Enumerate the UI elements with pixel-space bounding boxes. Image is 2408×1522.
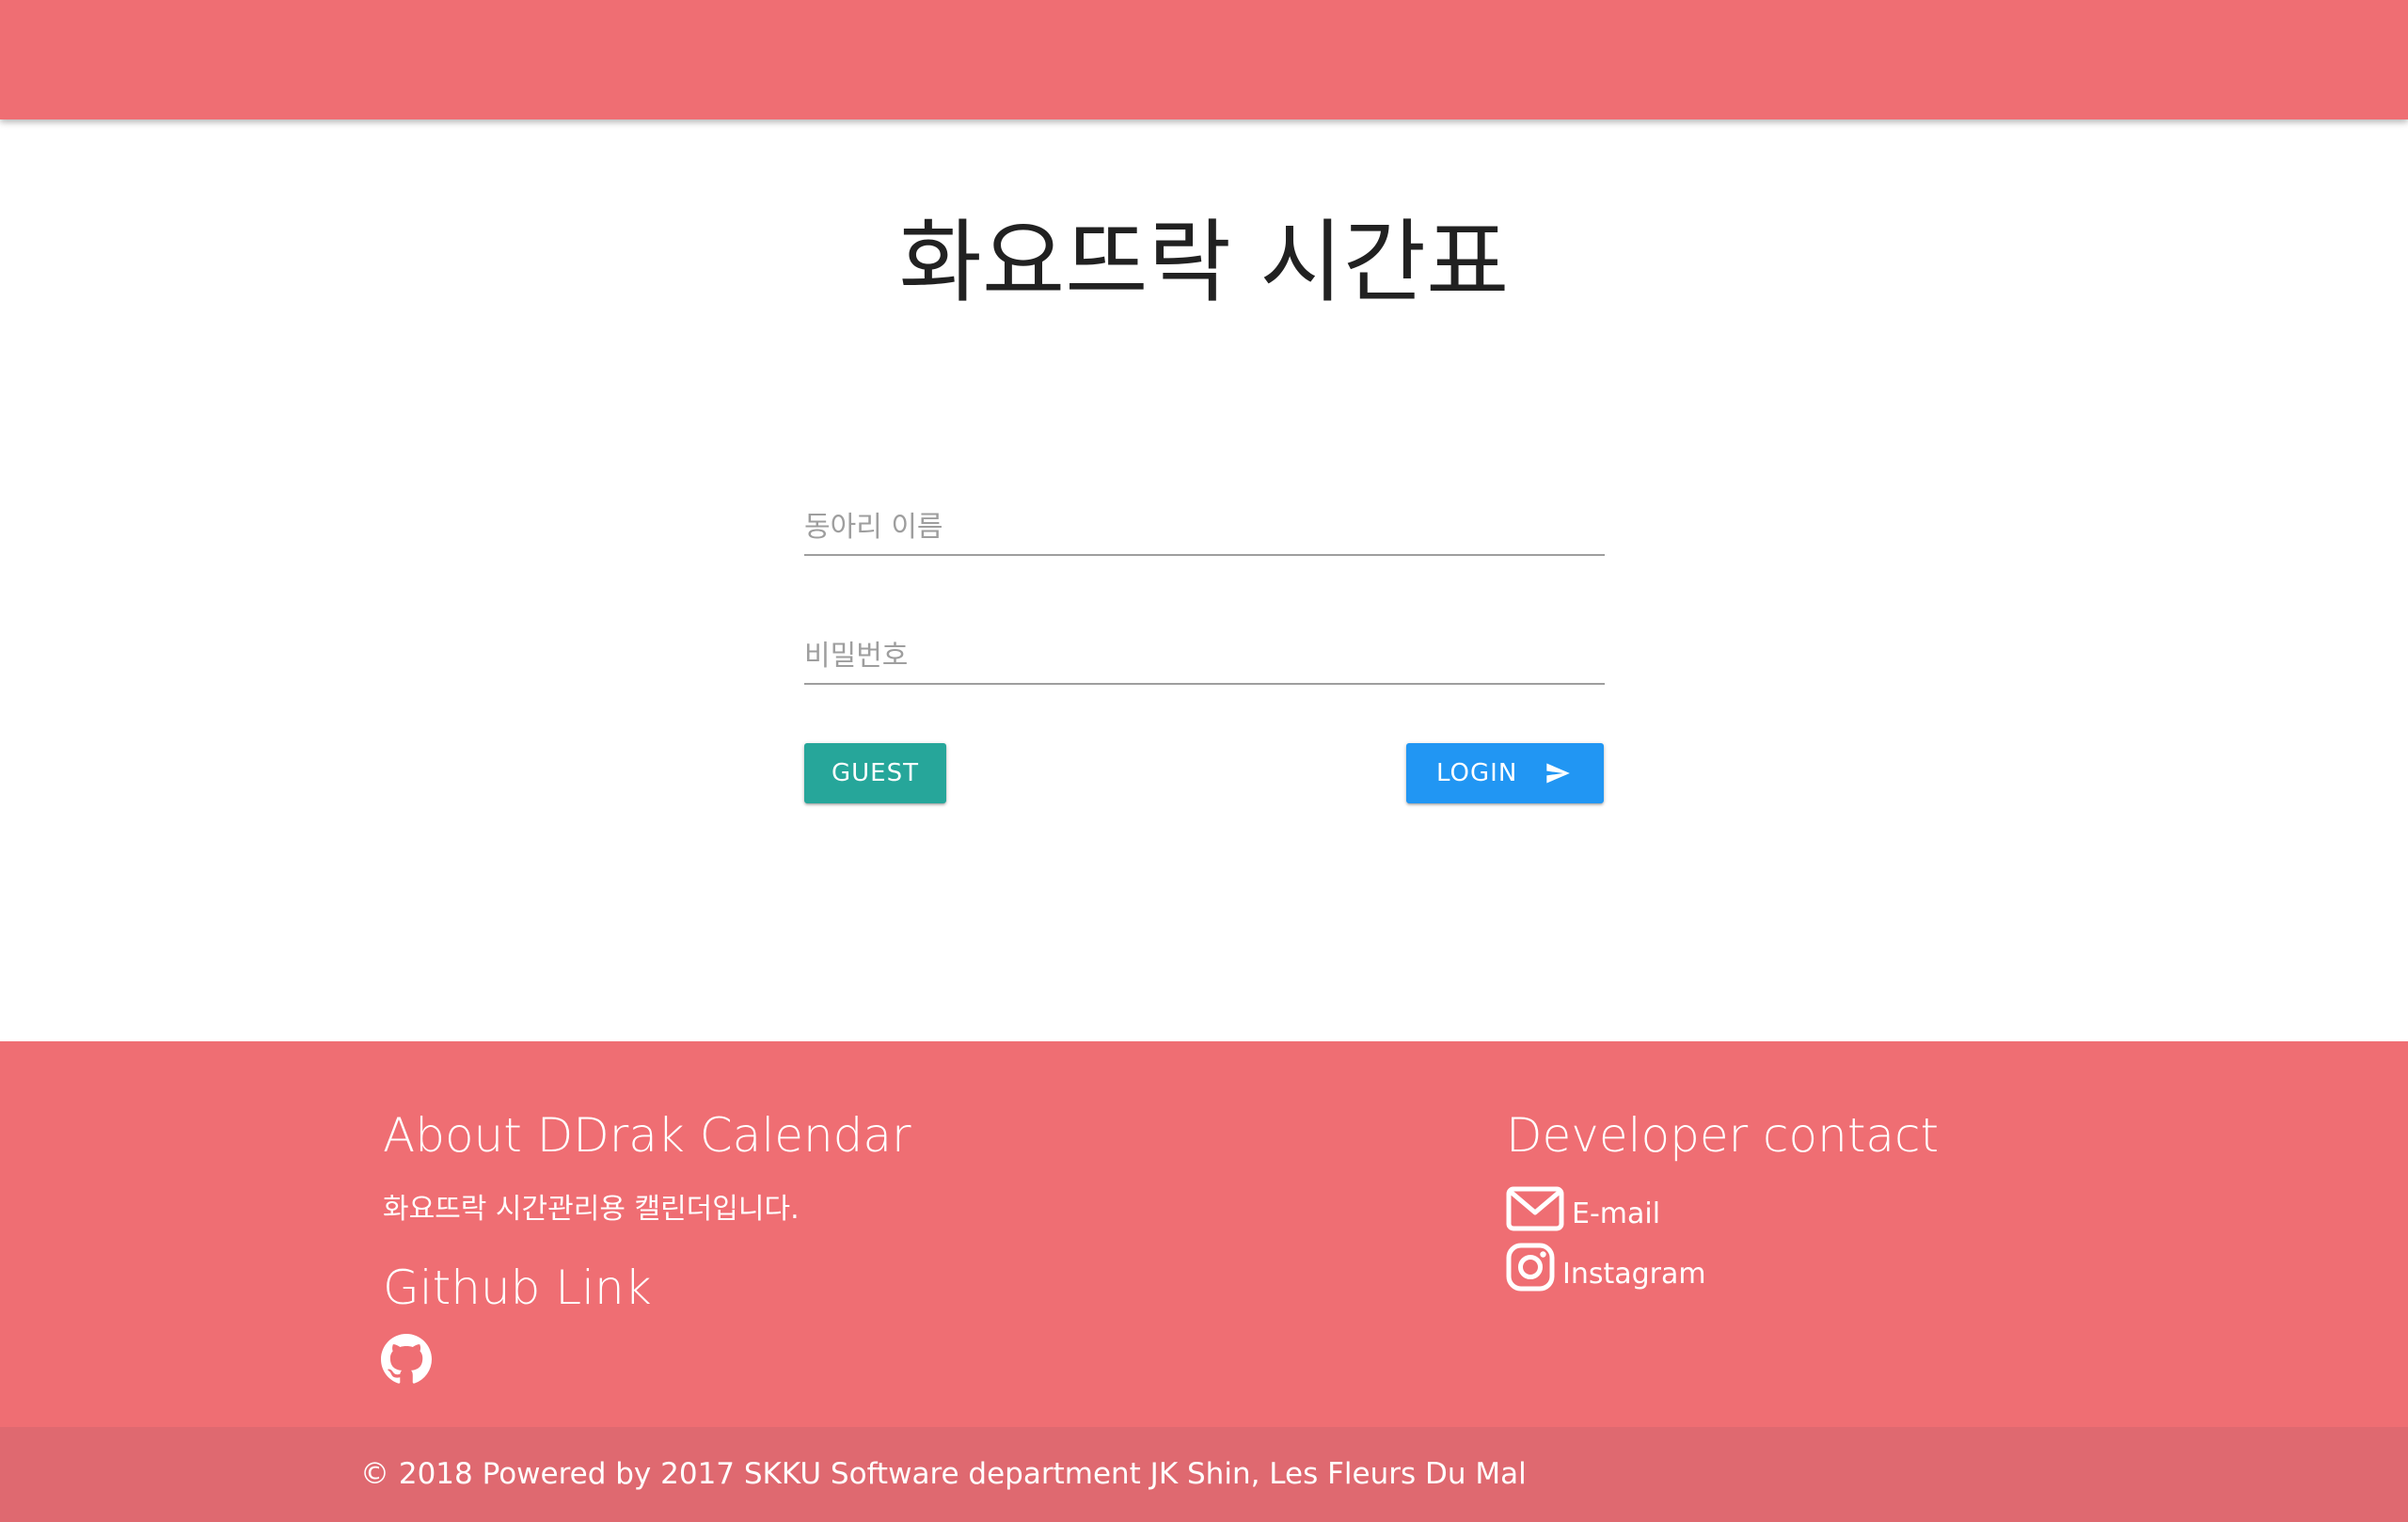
about-text: 화요뜨락 시간관리용 캘린더입니다. [383, 1193, 800, 1226]
contact-heading: Developer contact [1506, 1108, 1940, 1163]
instagram-label: Instagram [1562, 1258, 1706, 1291]
footer-copyright-bar: © 2018 Powered by 2017 SKKU Software dep… [0, 1427, 2408, 1522]
login-button[interactable]: LOGIN [1406, 743, 1604, 803]
instagram-icon [1506, 1243, 1555, 1292]
github-heading: Github Link [383, 1260, 652, 1315]
github-icon[interactable] [381, 1334, 432, 1385]
page-footer [0, 1041, 2408, 1427]
send-icon [1546, 763, 1570, 784]
guest-button[interactable]: GUEST [804, 743, 946, 803]
email-label: E-mail [1572, 1197, 1661, 1230]
password-input[interactable] [804, 628, 1605, 685]
copyright-text: © 2018 Powered by 2017 SKKU Software dep… [360, 1457, 1527, 1491]
instagram-link[interactable]: Instagram [1506, 1243, 1706, 1292]
email-link[interactable]: E-mail [1506, 1186, 1660, 1231]
guest-button-label: GUEST [832, 759, 919, 787]
mail-icon [1506, 1186, 1564, 1231]
login-button-label: LOGIN [1436, 759, 1518, 787]
club-name-input[interactable] [804, 499, 1605, 556]
about-heading: About DDrak Calendar [383, 1108, 911, 1163]
club-name-field [804, 499, 1605, 556]
page-title: 화요뜨락 시간표 [898, 210, 1510, 315]
password-field [804, 628, 1605, 685]
top-navbar [0, 0, 2408, 119]
